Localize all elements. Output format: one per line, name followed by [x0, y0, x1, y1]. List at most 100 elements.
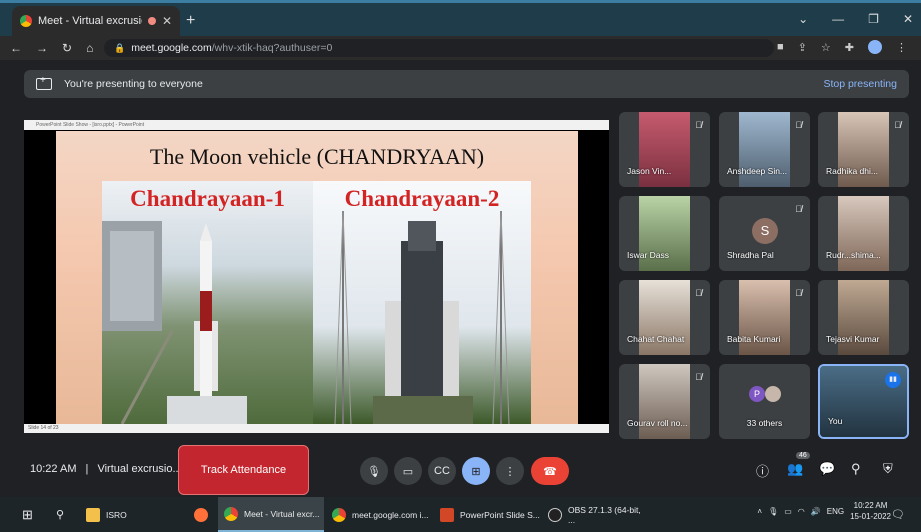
share-icon[interactable]: ⇪ [798, 41, 807, 54]
participant-tile[interactable]: Iswar Dass [619, 196, 710, 271]
participant-tile[interactable]: Tejasvi Kumar [818, 280, 909, 355]
participant-name: Gourav roll no... [627, 418, 688, 428]
more-options-button[interactable]: ⋮ [496, 457, 524, 485]
captions-button[interactable]: CC [428, 457, 456, 485]
slide-app-bar: PowerPoint Slide Show - [isro.pptx] - Po… [24, 120, 609, 130]
taskbar-item-meet-2[interactable]: meet.google.com i... [328, 497, 432, 532]
profile-avatar[interactable] [868, 40, 882, 54]
recording-dot-icon [147, 17, 156, 25]
back-icon[interactable]: ← [10, 41, 22, 55]
windows-start-icon[interactable]: ⊞ [22, 497, 33, 532]
participant-name: Anshdeep Sin... [727, 166, 788, 176]
host-controls-icon[interactable]: ⛨ [883, 461, 893, 477]
tab-search-icon[interactable]: ⌄ [798, 12, 808, 26]
slide-caption-left: Chandrayaan-1 [130, 186, 285, 211]
chevron-up-icon[interactable]: ˄ [757, 507, 762, 516]
search-icon[interactable]: ⚲ [56, 497, 64, 532]
participant-name: Rudr...shima... [826, 250, 881, 260]
taskbar-label: Meet - Virtual excr... [244, 508, 320, 519]
others-count: 33 others [746, 418, 783, 428]
taskbar-label: PowerPoint Slide S... [460, 509, 540, 520]
url-path: /whv-xtik-haq?authuser=0 [211, 42, 333, 54]
forward-icon[interactable]: → [36, 41, 48, 55]
meet-favicon-icon [20, 15, 32, 27]
mic-off-icon: 🎙̸ [695, 372, 702, 382]
taskbar-item-meet[interactable]: Meet - Virtual excr... [218, 497, 324, 532]
clock-date: 15-01-2022 [850, 512, 891, 521]
meeting-separator: | [85, 463, 89, 475]
powerpoint-icon [440, 507, 454, 522]
participant-name: Tejasvi Kumar [826, 334, 880, 344]
extensions-icon[interactable]: ✚ [845, 41, 854, 54]
people-icon[interactable]: 👥 [787, 461, 803, 477]
participant-count-badge: 46 [796, 452, 810, 459]
participant-tile[interactable]: 🎙̸ Babita Kumari [719, 280, 810, 355]
participant-tile[interactable]: 🎙̸ Anshdeep Sin... [719, 112, 810, 187]
firefox-icon [194, 507, 208, 522]
wifi-icon[interactable]: ◠ [798, 507, 805, 516]
activities-icon[interactable]: ⚲ [851, 461, 861, 477]
minimize-icon[interactable]: — [832, 12, 844, 26]
camera-icon[interactable]: ■ [777, 41, 784, 53]
lock-icon[interactable]: 🔒 [114, 43, 125, 54]
notification-icon[interactable]: 🗨 [891, 497, 905, 532]
self-tile[interactable]: ▮▮ You [818, 364, 909, 439]
participant-tile[interactable]: S 🎙̸ Shradha Pal [719, 196, 810, 271]
taskbar-item-powerpoint[interactable]: PowerPoint Slide S... [436, 497, 540, 532]
taskbar-item-isro[interactable]: ISRO [86, 497, 186, 532]
folder-icon [86, 507, 100, 522]
taskbar-item-obs[interactable]: OBS 27.1.3 (64-bit, ... [544, 497, 648, 532]
participant-name: Shradha Pal [727, 250, 774, 260]
slide-title: The Moon vehicle (CHANDRYAAN) [149, 144, 485, 169]
meeting-time: 10:22 AM [30, 463, 77, 475]
system-clock[interactable]: 10:22 AM 15-01-2022 [850, 500, 891, 522]
taskbar-firefox[interactable] [194, 497, 214, 532]
volume-icon[interactable]: 🔊 [811, 507, 821, 516]
track-attendance-button[interactable]: Track Attendance [178, 445, 309, 495]
window-controls: ⌄ — ❐ ✕ [798, 12, 913, 26]
obs-icon [548, 507, 562, 522]
menu-icon[interactable]: ⋮ [896, 41, 907, 54]
reload-icon[interactable]: ↻ [62, 41, 72, 55]
slide-footer: Slide 14 of 23 [24, 424, 609, 433]
battery-icon[interactable]: ▭ [784, 507, 792, 516]
slide-caption-right: Chandrayaan-2 [344, 186, 500, 211]
others-avatar-photo [765, 386, 781, 402]
chandrayaan-2-rocket-image [313, 181, 531, 424]
others-tile[interactable]: P 33 others [719, 364, 810, 439]
browser-tab[interactable]: Meet - Virtual excrusion ISRO ✕ [12, 6, 180, 36]
meeting-details-icon[interactable]: ⓘ [756, 461, 769, 480]
new-tab-icon[interactable]: + [186, 12, 195, 30]
bookmark-star-icon[interactable]: ☆ [821, 41, 831, 54]
close-tab-icon[interactable]: ✕ [162, 14, 172, 28]
participant-tile[interactable]: 🎙̸ Chahat Chahat [619, 280, 710, 355]
participant-tile[interactable]: 🎙̸ Radhika dhi... [818, 112, 909, 187]
presenting-text: You're presenting to everyone [64, 78, 203, 90]
system-tray: ˄ 🎙 ▭ ◠ 🔊 ENG 10:22 AM 15-01-2022 [757, 500, 891, 522]
participant-tile[interactable]: 🎙̸ Gourav roll no... [619, 364, 710, 439]
video-camera-icon: ▭ [402, 465, 414, 478]
stop-presenting-button[interactable]: Stop presenting [823, 78, 897, 90]
participant-name: Radhika dhi... [826, 166, 878, 176]
participant-tile[interactable]: Rudr...shima... [818, 196, 909, 271]
leave-call-button[interactable]: ☎ [531, 457, 569, 485]
meeting-info: 10:22 AM | Virtual excrusio... [30, 463, 182, 475]
participant-avatar: S [752, 218, 778, 244]
chat-icon[interactable]: 💬 [819, 461, 835, 477]
mic-off-icon: 🎙̸ [695, 288, 702, 298]
meeting-name[interactable]: Virtual excrusio... [97, 463, 181, 475]
mic-tray-icon[interactable]: 🎙 [768, 507, 778, 516]
camera-button[interactable]: ▭ [394, 457, 422, 485]
mic-icon: 🎙 [367, 465, 381, 478]
language-indicator[interactable]: ENG [827, 507, 844, 516]
present-screen-icon [36, 75, 52, 90]
participant-name: Chahat Chahat [627, 334, 685, 344]
mic-button[interactable]: 🎙 [360, 457, 388, 485]
restore-icon[interactable]: ❐ [868, 12, 879, 26]
close-window-icon[interactable]: ✕ [903, 12, 913, 26]
url-host: meet.google.com [131, 42, 212, 54]
home-icon[interactable]: ⌂ [86, 41, 93, 55]
participant-tile[interactable]: 🎙̸ Jason Vin... [619, 112, 710, 187]
present-button[interactable]: ⊞ [462, 457, 490, 485]
address-bar[interactable]: 🔒 meet.google.com /whv-xtik-haq?authuser… [104, 39, 774, 57]
